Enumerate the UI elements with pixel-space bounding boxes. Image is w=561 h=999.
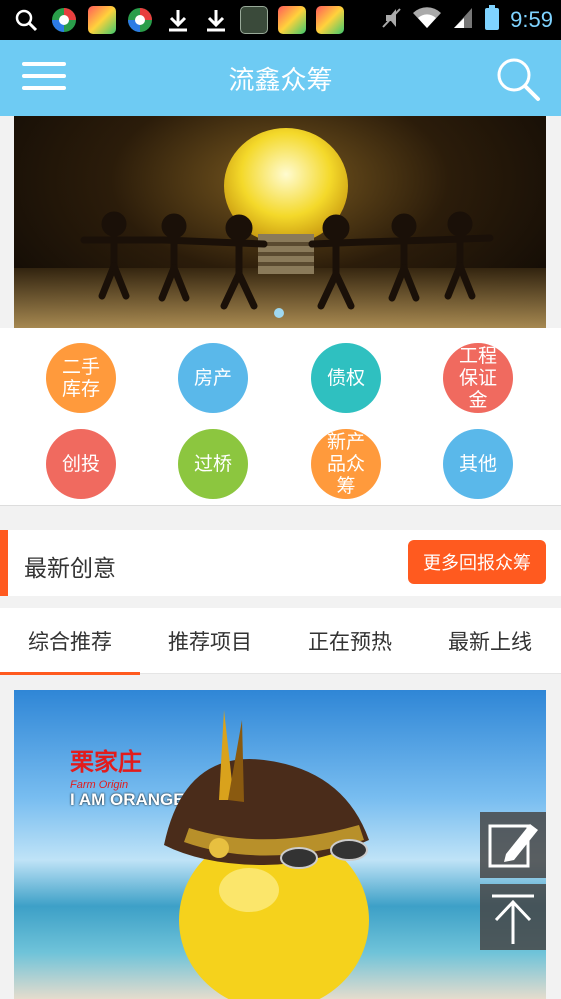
signal-icon — [452, 6, 474, 34]
orange-with-hat-illustration — [164, 710, 369, 999]
mute-icon — [380, 5, 402, 35]
search-button[interactable] — [495, 56, 541, 102]
category-label: 其他 — [458, 453, 497, 475]
search-icon — [497, 58, 540, 101]
section-header: 最新创意 更多回报众筹 — [0, 530, 561, 596]
tab-newest[interactable]: 最新上线 — [420, 608, 560, 674]
wifi-icon — [412, 6, 442, 34]
edit-icon — [488, 824, 538, 868]
banner-carousel[interactable] — [14, 116, 546, 328]
game-app-icon — [88, 6, 116, 34]
category-label: 创投 — [61, 453, 100, 475]
edit-button[interactable] — [480, 812, 546, 878]
more-crowdfunding-button[interactable]: 更多回报众筹 — [408, 540, 546, 584]
category-label: 二手库存 — [61, 356, 100, 400]
section-title: 最新创意 — [24, 556, 116, 582]
section-accent-bar — [0, 530, 8, 596]
tab-preheating[interactable]: 正在预热 — [280, 608, 420, 674]
category-real-estate[interactable]: 房产 — [178, 343, 248, 413]
battery-icon — [484, 5, 500, 35]
status-bar: 9:59 — [0, 0, 561, 40]
app-notification-icon — [126, 6, 154, 34]
category-label: 债权 — [326, 367, 365, 389]
carousel-indicator[interactable] — [274, 308, 284, 318]
game-app-icon — [278, 6, 306, 34]
game-app-icon — [316, 6, 344, 34]
category-new-product[interactable]: 新产品众筹 — [311, 429, 381, 499]
app-title: 流鑫众筹 — [228, 66, 333, 96]
tab-comprehensive[interactable]: 综合推荐 — [0, 608, 140, 675]
category-engineering-deposit[interactable]: 工程保证金 — [443, 343, 513, 413]
tab-bar: 综合推荐 推荐项目 正在预热 最新上线 — [0, 608, 561, 675]
category-label: 工程保证金 — [458, 345, 497, 411]
book-app-icon — [240, 6, 268, 34]
category-secondhand-inventory[interactable]: 二手库存 — [46, 343, 116, 413]
app-bar: 流鑫众筹 — [0, 40, 561, 116]
arrow-up-icon — [492, 894, 534, 944]
banner-lightbulb-illustration — [80, 128, 494, 310]
category-label: 房产 — [193, 367, 232, 389]
download-icon — [202, 6, 230, 34]
category-venture[interactable]: 创投 — [46, 429, 116, 499]
category-label: 新产品众筹 — [326, 431, 365, 497]
search-notification-icon — [12, 6, 40, 34]
download-icon — [164, 6, 192, 34]
category-label: 过桥 — [193, 453, 232, 475]
category-debt[interactable]: 债权 — [311, 343, 381, 413]
clock: 9:59 — [510, 7, 553, 32]
category-grid: 二手库存 房产 债权 工程保证金 创投 过桥 新产品众筹 其他 — [0, 328, 561, 506]
category-other[interactable]: 其他 — [443, 429, 513, 499]
back-to-top-button[interactable] — [480, 884, 546, 950]
category-bridge-loan[interactable]: 过桥 — [178, 429, 248, 499]
tab-recommended[interactable]: 推荐项目 — [140, 608, 280, 674]
app-notification-icon — [50, 6, 78, 34]
project-card-image[interactable]: 栗家庄 Farm Origin I AM ORANGE — [14, 690, 546, 999]
